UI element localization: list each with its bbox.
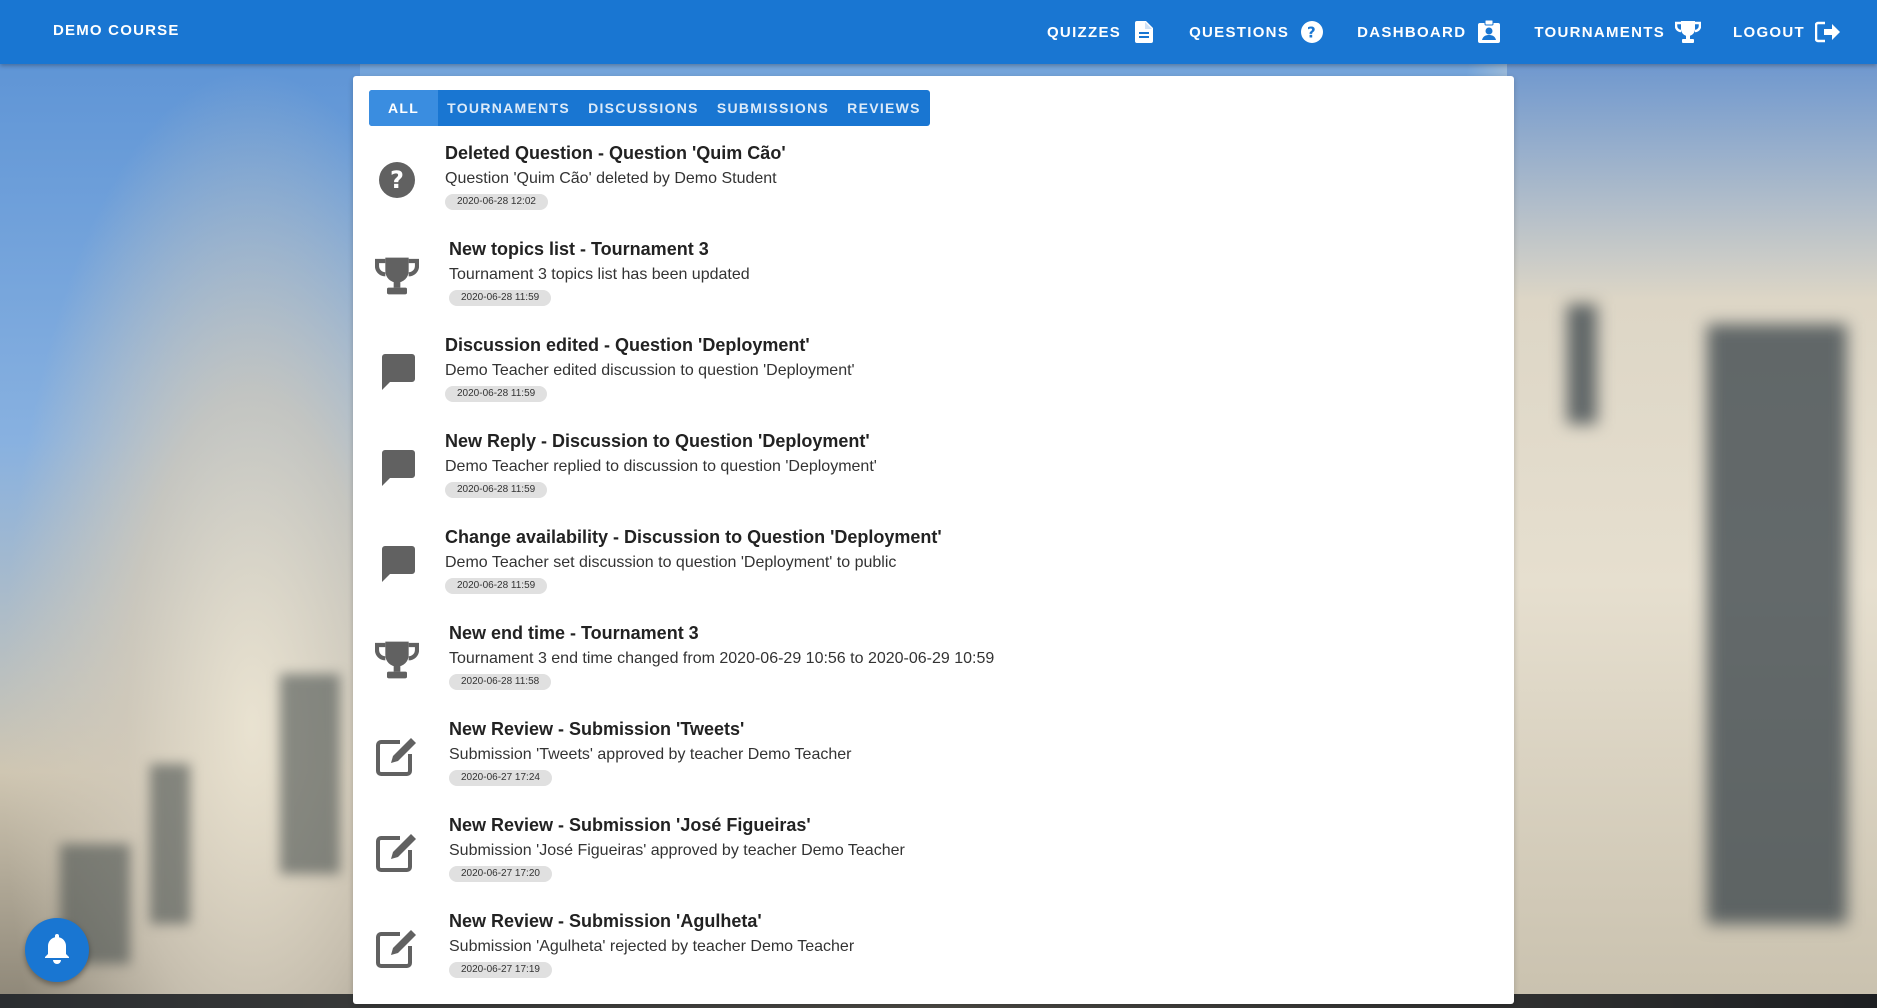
notification-date-chip: 2020-06-28 11:59 xyxy=(445,482,548,498)
trophy-icon xyxy=(375,254,419,298)
notification-date-chip: 2020-06-28 11:59 xyxy=(445,386,548,402)
notification-date-chip: 2020-06-28 11:59 xyxy=(445,578,548,594)
notification-description: Submission 'Agulheta' rejected by teache… xyxy=(449,938,855,955)
notification-tabs: ALL TOURNAMENTS DISCUSSIONS SUBMISSIONS … xyxy=(369,90,930,126)
tab-tournaments[interactable]: TOURNAMENTS xyxy=(438,90,579,126)
notification-item[interactable]: New end time - Tournament 3 Tournament 3… xyxy=(353,614,1514,710)
nav-questions-label: QUESTIONS xyxy=(1189,23,1290,41)
tab-discussions[interactable]: DISCUSSIONS xyxy=(579,90,708,126)
notification-description: Submission 'Tweets' approved by teacher … xyxy=(449,746,852,763)
trophy-icon xyxy=(1675,19,1702,45)
notification-item[interactable]: Discussion edited - Question 'Deployment… xyxy=(353,326,1514,422)
notification-title: New topics list - Tournament 3 xyxy=(449,239,709,259)
nav-logout-label: LOGOUT xyxy=(1733,23,1805,41)
notification-item[interactable]: New Review - Submission 'José Figueiras'… xyxy=(353,806,1514,902)
question-circle-icon: ? xyxy=(1299,19,1325,45)
notification-date-chip: 2020-06-28 11:59 xyxy=(449,290,552,306)
account-box-icon xyxy=(1476,19,1502,45)
notification-title: Discussion edited - Question 'Deployment… xyxy=(445,335,810,355)
logout-icon xyxy=(1815,19,1841,45)
svg-text:?: ? xyxy=(1307,24,1317,42)
nav-questions[interactable]: QUESTIONS ? xyxy=(1189,19,1325,45)
notification-item[interactable]: New topics list - Tournament 3 Tournamen… xyxy=(353,230,1514,326)
notification-item[interactable]: New Review - Submission 'Tweets' Submiss… xyxy=(353,710,1514,806)
notification-item[interactable]: New Reply - Discussion to Question 'Depl… xyxy=(353,422,1514,518)
notification-description: Tournament 3 end time changed from 2020-… xyxy=(449,650,995,667)
background-building-right xyxy=(1507,64,1877,1008)
nav-tournaments[interactable]: TOURNAMENTS xyxy=(1534,19,1702,45)
svg-text:?: ? xyxy=(390,166,404,194)
notification-description: Submission 'José Figueiras' approved by … xyxy=(449,842,905,859)
notification-title: New end time - Tournament 3 xyxy=(449,623,699,643)
notification-date-chip: 2020-06-27 17:20 xyxy=(449,866,552,882)
tab-reviews[interactable]: REVIEWS xyxy=(838,90,930,126)
notification-title: Change availability - Discussion to Ques… xyxy=(445,527,942,547)
notification-date-chip: 2020-06-27 17:19 xyxy=(449,962,552,978)
notification-description: Demo Teacher set discussion to question … xyxy=(445,554,897,571)
trophy-icon xyxy=(375,638,419,682)
tab-all[interactable]: ALL xyxy=(369,90,439,126)
nav-dashboard-label: DASHBOARD xyxy=(1357,23,1467,41)
notification-title: Deleted Question - Question 'Quim Cão' xyxy=(445,143,786,163)
notifications-fab-button[interactable] xyxy=(25,918,89,982)
edit-icon xyxy=(375,830,419,874)
notification-date-chip: 2020-06-27 17:24 xyxy=(449,770,552,786)
notification-item[interactable]: ? Deleted Question - Question 'Quim Cão'… xyxy=(353,134,1514,230)
notification-date-chip: 2020-06-28 11:58 xyxy=(449,674,552,690)
notification-title: New Reply - Discussion to Question 'Depl… xyxy=(445,431,870,451)
main-nav: QUIZZES QUESTIONS ? DASHBOARD TOURNAMENT… xyxy=(1015,0,1841,64)
nav-tournaments-label: TOURNAMENTS xyxy=(1534,23,1666,41)
top-app-bar: DEMO COURSE QUIZZES QUESTIONS ? DASHBOAR… xyxy=(0,0,1877,64)
bell-icon xyxy=(43,932,71,969)
comment-icon xyxy=(375,542,419,586)
nav-logout[interactable]: LOGOUT xyxy=(1733,19,1841,45)
notifications-card: ALL TOURNAMENTS DISCUSSIONS SUBMISSIONS … xyxy=(353,76,1514,1004)
course-title[interactable]: DEMO COURSE xyxy=(53,22,180,39)
tab-submissions[interactable]: SUBMISSIONS xyxy=(708,90,838,126)
notification-date-chip: 2020-06-28 12:02 xyxy=(445,194,548,210)
notification-title: New Review - Submission 'Agulheta' xyxy=(449,911,762,931)
edit-icon xyxy=(375,926,419,970)
notification-description: Demo Teacher replied to discussion to qu… xyxy=(445,458,877,475)
notification-title: New Review - Submission 'Tweets' xyxy=(449,719,745,739)
notification-title: New Review - Submission 'José Figueiras' xyxy=(449,815,811,835)
nav-dashboard[interactable]: DASHBOARD xyxy=(1357,19,1502,45)
notification-description: Tournament 3 topics list has been update… xyxy=(449,266,750,283)
notification-item[interactable]: New Review - Submission 'Agulheta' Submi… xyxy=(353,902,1514,998)
comment-icon xyxy=(375,446,419,490)
notification-list: ? Deleted Question - Question 'Quim Cão'… xyxy=(353,134,1514,998)
edit-icon xyxy=(375,734,419,778)
notification-description: Demo Teacher edited discussion to questi… xyxy=(445,362,855,379)
notification-description: Question 'Quim Cão' deleted by Demo Stud… xyxy=(445,170,777,187)
comment-icon xyxy=(375,350,419,394)
background-building-left xyxy=(0,64,360,1008)
nav-quizzes[interactable]: QUIZZES xyxy=(1047,19,1157,45)
file-document-icon xyxy=(1131,19,1157,45)
nav-quizzes-label: QUIZZES xyxy=(1046,23,1122,41)
question-circle-icon: ? xyxy=(375,158,419,202)
notification-item[interactable]: Change availability - Discussion to Ques… xyxy=(353,518,1514,614)
